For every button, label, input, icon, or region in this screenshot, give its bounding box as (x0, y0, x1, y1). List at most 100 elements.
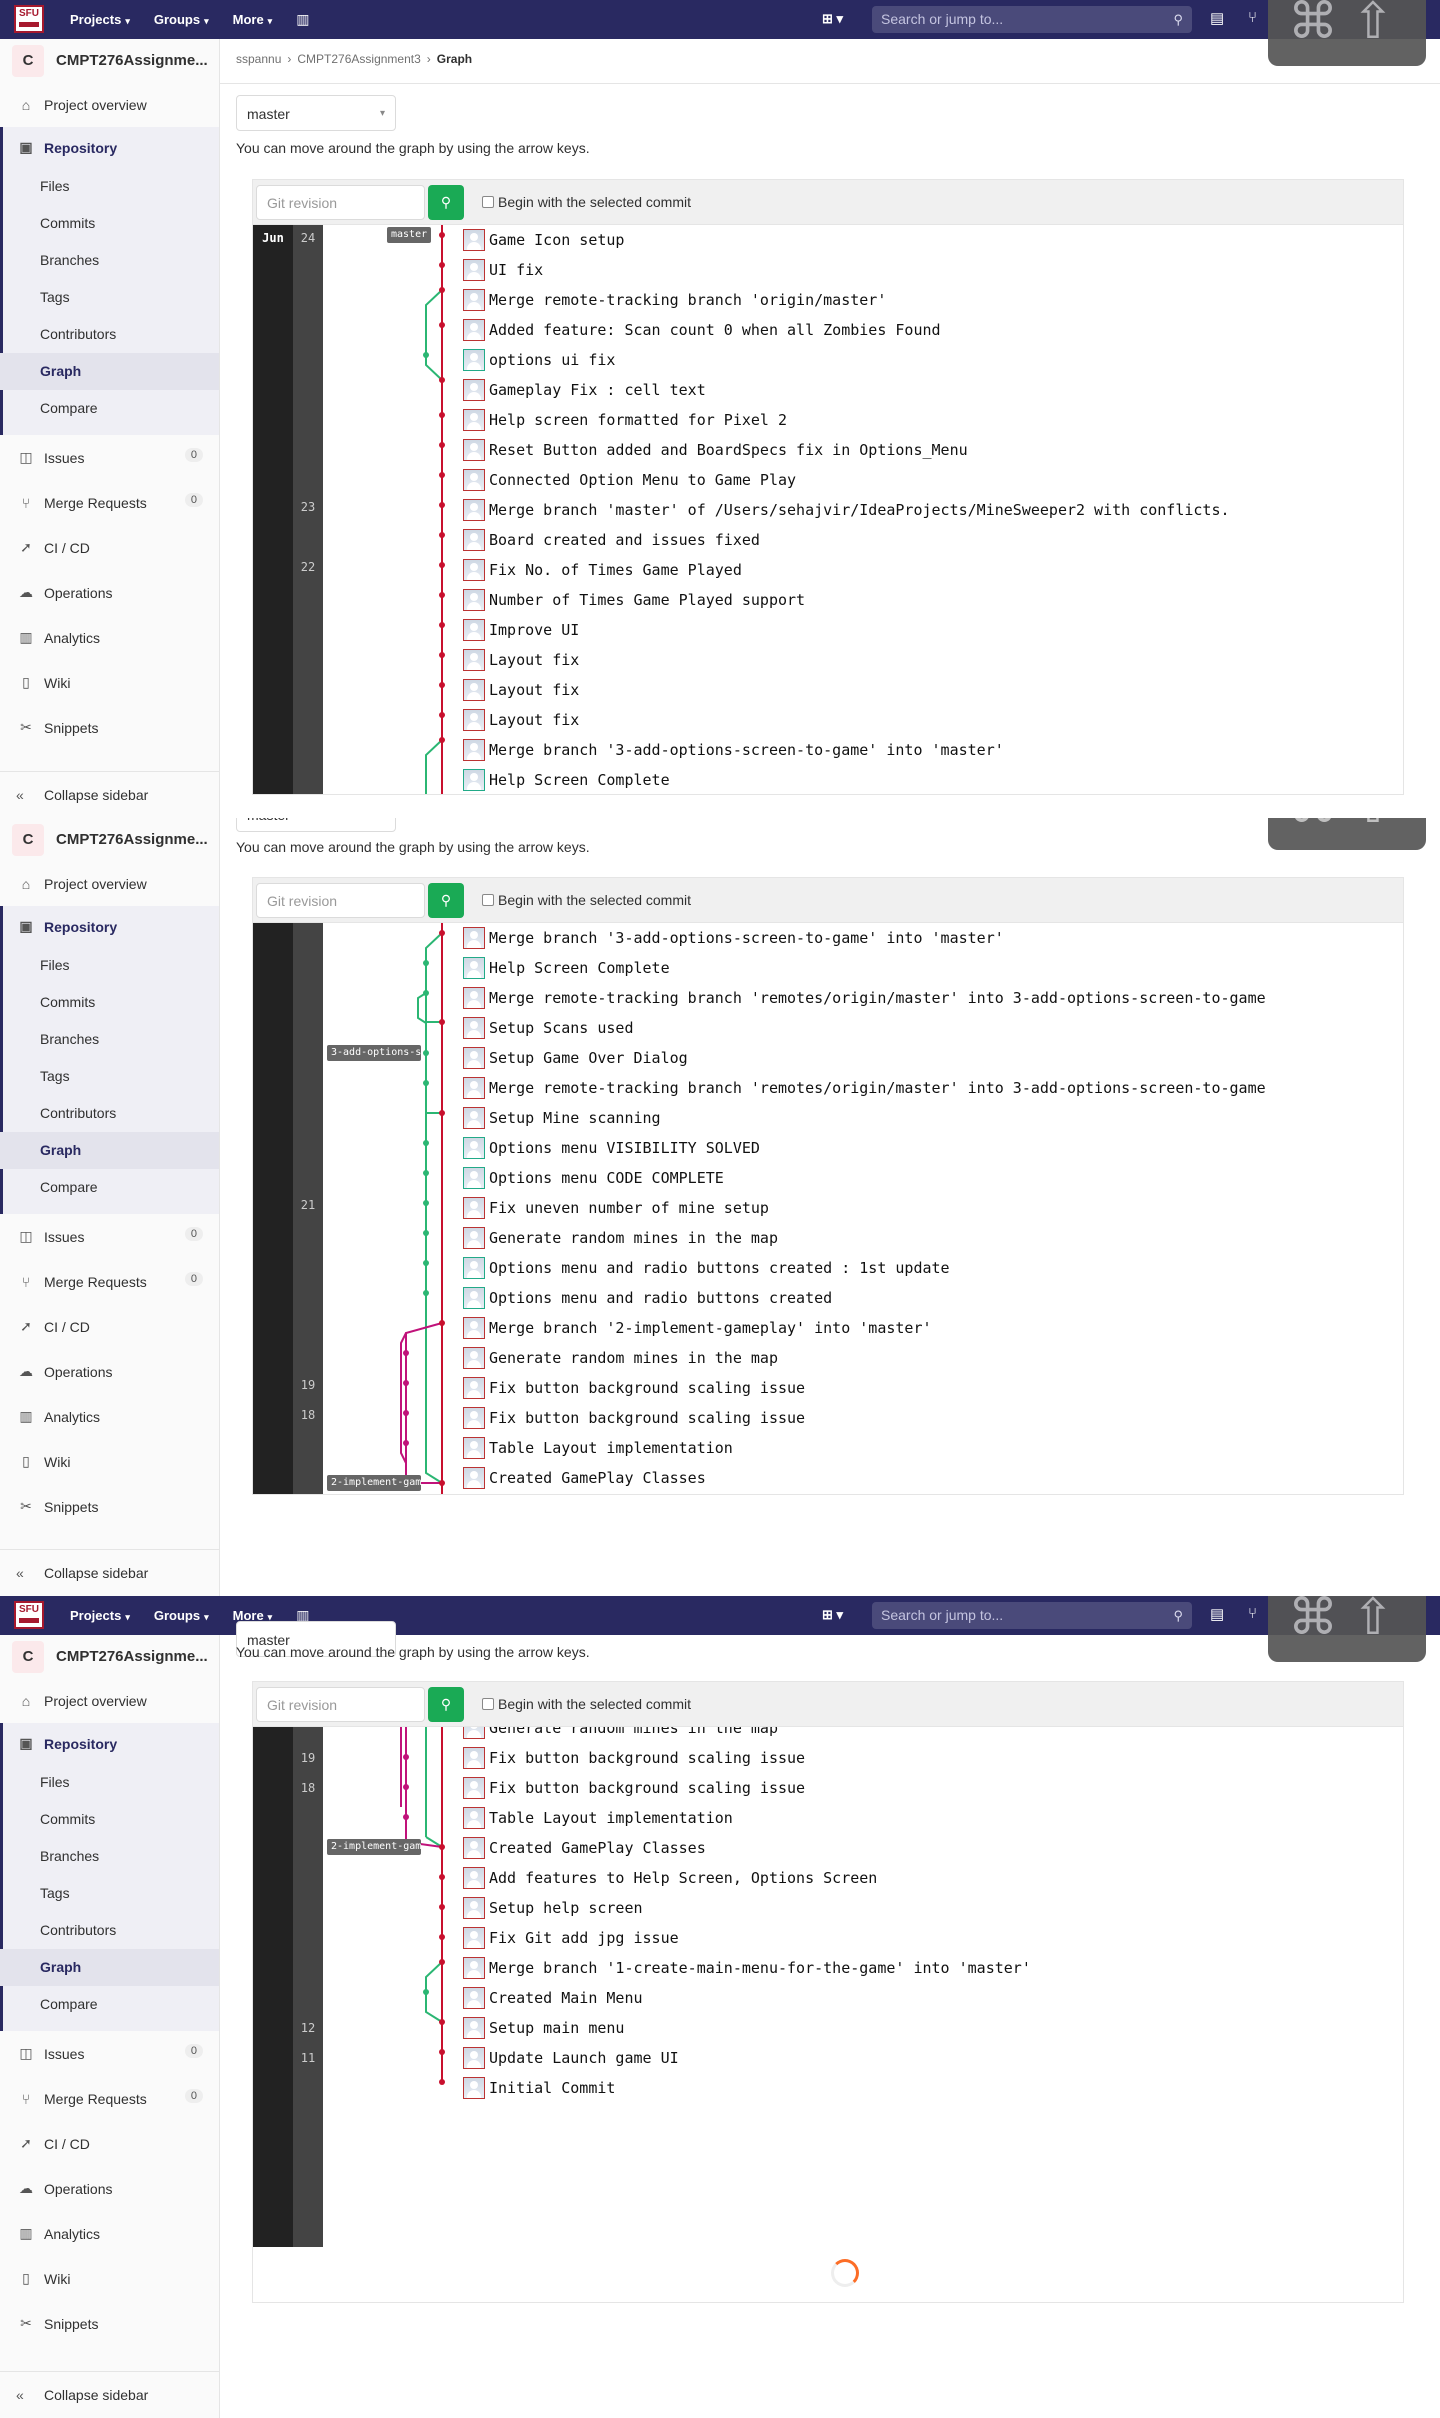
merge-requests-icon[interactable]: ⑂ (1248, 1605, 1257, 1622)
nav-groups[interactable]: Groups ▾ (154, 1608, 209, 1623)
begin-with-commit-checkbox[interactable]: Begin with the selected commit (482, 194, 691, 210)
sidebar-item-contributors[interactable]: Contributors (0, 316, 219, 353)
nav-projects[interactable]: Projects ▾ (70, 12, 130, 27)
sidebar-item-cicd[interactable]: ➚ CI / CD (0, 1304, 219, 1349)
breadcrumb-user[interactable]: sspannu (236, 52, 281, 66)
commit-row[interactable]: Generate random mines in the map (463, 1727, 778, 1743)
project-context[interactable]: C CMPT276Assignme... (0, 1635, 219, 1678)
sidebar-item-operations[interactable]: ☁ Operations (0, 570, 219, 615)
sidebar-item-graph[interactable]: Graph (0, 1132, 219, 1169)
git-revision-input[interactable]: Git revision (256, 883, 425, 918)
commit-row[interactable]: Merge remote-tracking branch 'remotes/or… (463, 1073, 1266, 1103)
sidebar-item-branches[interactable]: Branches (0, 1838, 219, 1875)
sidebar-item-analytics[interactable]: ▥ Analytics (0, 615, 219, 660)
breadcrumb-page[interactable]: Graph (437, 52, 472, 66)
begin-with-commit-checkbox[interactable]: Begin with the selected commit (482, 892, 691, 908)
nav-more[interactable]: More ▾ (233, 12, 273, 27)
collapse-sidebar-button[interactable]: «Collapse sidebar (0, 1549, 219, 1596)
sidebar-item-branches[interactable]: Branches (0, 1021, 219, 1058)
commit-row[interactable]: Help Screen Complete (463, 953, 670, 983)
search-revision-button[interactable]: ⚲ (428, 883, 464, 918)
commit-row[interactable]: Setup help screen (463, 1893, 643, 1923)
commit-row[interactable]: Options menu and radio buttons created :… (463, 1253, 950, 1283)
sidebar-item-compare[interactable]: Compare (0, 1986, 219, 2023)
commit-row[interactable]: Improve UI (463, 615, 579, 645)
sidebar-item-commits[interactable]: Commits (0, 984, 219, 1021)
commit-row[interactable]: Layout fix (463, 705, 579, 735)
sfu-logo[interactable]: SFU (14, 1601, 44, 1629)
commit-row[interactable]: Merge remote-tracking branch 'origin/mas… (463, 285, 886, 315)
sidebar-item-repository[interactable]: ▣ Repository (0, 127, 219, 168)
git-revision-input[interactable]: Git revision (256, 1687, 425, 1722)
sidebar-item-tags[interactable]: Tags (0, 1875, 219, 1912)
commit-row[interactable]: Setup Scans used (463, 1013, 634, 1043)
sidebar-item-merge-requests[interactable]: ⑂ Merge Requests 0 (0, 2076, 219, 2121)
sidebar-item-tags[interactable]: Tags (0, 279, 219, 316)
commit-row[interactable]: Layout fix (463, 675, 579, 705)
sidebar-item-graph[interactable]: Graph (0, 353, 219, 390)
sidebar-item-files[interactable]: Files (0, 947, 219, 984)
branch-selector[interactable]: master (236, 818, 396, 832)
commit-row[interactable]: Created GamePlay Classes (463, 1463, 706, 1493)
commit-row[interactable]: Board created and issues fixed (463, 525, 760, 555)
sidebar-item-cicd[interactable]: ➚ CI / CD (0, 2121, 219, 2166)
commit-row[interactable]: Merge remote-tracking branch 'remotes/or… (463, 983, 1266, 1013)
activity-chart-icon[interactable]: ▥ (296, 11, 309, 28)
commit-row[interactable]: Merge branch '1-create-main-menu-for-the… (463, 1953, 1031, 1983)
sidebar-item-snippets[interactable]: ✂ Snippets (0, 2301, 219, 2346)
commit-row[interactable]: Help Screen Complete (463, 765, 670, 794)
sidebar-item-analytics[interactable]: ▥ Analytics (0, 2211, 219, 2256)
commit-row[interactable]: Fix uneven number of mine setup (463, 1193, 769, 1223)
commit-row[interactable]: Options menu VISIBILITY SOLVED (463, 1133, 760, 1163)
sidebar-item-snippets[interactable]: ✂ Snippets (0, 705, 219, 750)
commit-row[interactable]: Game Icon setup (463, 225, 624, 255)
branch-selector[interactable]: master ▾ (236, 95, 396, 131)
commit-row[interactable]: Merge branch '2-implement-gameplay' into… (463, 1313, 932, 1343)
sidebar-item-repository[interactable]: ▣ Repository (0, 1723, 219, 1764)
issues-icon[interactable]: ▤ (1210, 1605, 1224, 1623)
commit-row[interactable]: Fix Git add jpg issue (463, 1923, 679, 1953)
sidebar-item-compare[interactable]: Compare (0, 1169, 219, 1206)
sidebar-item-issues[interactable]: ◫ Issues 0 (0, 435, 219, 480)
sidebar-item-tags[interactable]: Tags (0, 1058, 219, 1095)
branch-tag-gameplay[interactable]: 2-implement-gam… (327, 1839, 421, 1855)
commit-graph[interactable]: Jun 24 23 22 master Game Icon setup UI f… (253, 225, 1403, 794)
git-revision-input[interactable]: Git revision (256, 185, 425, 220)
sidebar-item-snippets[interactable]: ✂ Snippets (0, 1484, 219, 1529)
search-input[interactable]: Search or jump to... ⚲ (872, 1602, 1192, 1629)
sidebar-item-overview[interactable]: ⌂ Project overview (0, 1678, 219, 1723)
sidebar-item-cicd[interactable]: ➚ CI / CD (0, 525, 219, 570)
commit-row[interactable]: Layout fix (463, 645, 579, 675)
sidebar-item-issues[interactable]: ◫ Issues 0 (0, 1214, 219, 1259)
commit-row[interactable]: Merge branch 'master' of /Users/sehajvir… (463, 495, 1230, 525)
sidebar-item-overview[interactable]: ⌂ Project overview (0, 861, 219, 906)
branch-tag-gameplay[interactable]: 2-implement-gam… (327, 1475, 421, 1491)
sidebar-item-files[interactable]: Files (0, 168, 219, 205)
commit-row[interactable]: Generate random mines in the map (463, 1223, 778, 1253)
sidebar-item-files[interactable]: Files (0, 1764, 219, 1801)
commit-row[interactable]: Setup Mine scanning (463, 1103, 661, 1133)
branch-tag-options[interactable]: 3-add-options-s… (327, 1045, 421, 1061)
commit-row[interactable]: options ui fix (463, 345, 615, 375)
sfu-logo[interactable]: SFU (14, 5, 44, 33)
begin-with-commit-checkbox[interactable]: Begin with the selected commit (482, 1696, 691, 1712)
collapse-sidebar-button[interactable]: «Collapse sidebar (0, 2371, 219, 2418)
commit-row[interactable]: Merge branch '3-add-options-screen-to-ga… (463, 923, 1004, 953)
sidebar-item-wiki[interactable]: ▯ Wiki (0, 2256, 219, 2301)
commit-row[interactable]: Table Layout implementation (463, 1433, 733, 1463)
sidebar-item-commits[interactable]: Commits (0, 1801, 219, 1838)
commit-row[interactable]: Merge branch '3-add-options-screen-to-ga… (463, 735, 1004, 765)
sidebar-item-merge-requests[interactable]: ⑂ Merge Requests 0 (0, 1259, 219, 1304)
new-dropdown-icon[interactable]: ⊞ ▾ (822, 1607, 843, 1623)
commit-row[interactable]: Add features to Help Screen, Options Scr… (463, 1863, 877, 1893)
nav-groups[interactable]: Groups ▾ (154, 12, 209, 27)
commit-row[interactable]: Update Launch game UI (463, 2043, 679, 2073)
commit-row[interactable]: Setup Game Over Dialog (463, 1043, 688, 1073)
sidebar-item-operations[interactable]: ☁ Operations (0, 2166, 219, 2211)
commit-row[interactable]: Created Main Menu (463, 1983, 643, 2013)
commit-row[interactable]: Options menu CODE COMPLETE (463, 1163, 724, 1193)
sidebar-item-analytics[interactable]: ▥ Analytics (0, 1394, 219, 1439)
commit-row[interactable]: Initial Commit (463, 2073, 615, 2103)
sidebar-item-merge-requests[interactable]: ⑂ Merge Requests 0 (0, 480, 219, 525)
commit-row[interactable]: UI fix (463, 255, 543, 285)
